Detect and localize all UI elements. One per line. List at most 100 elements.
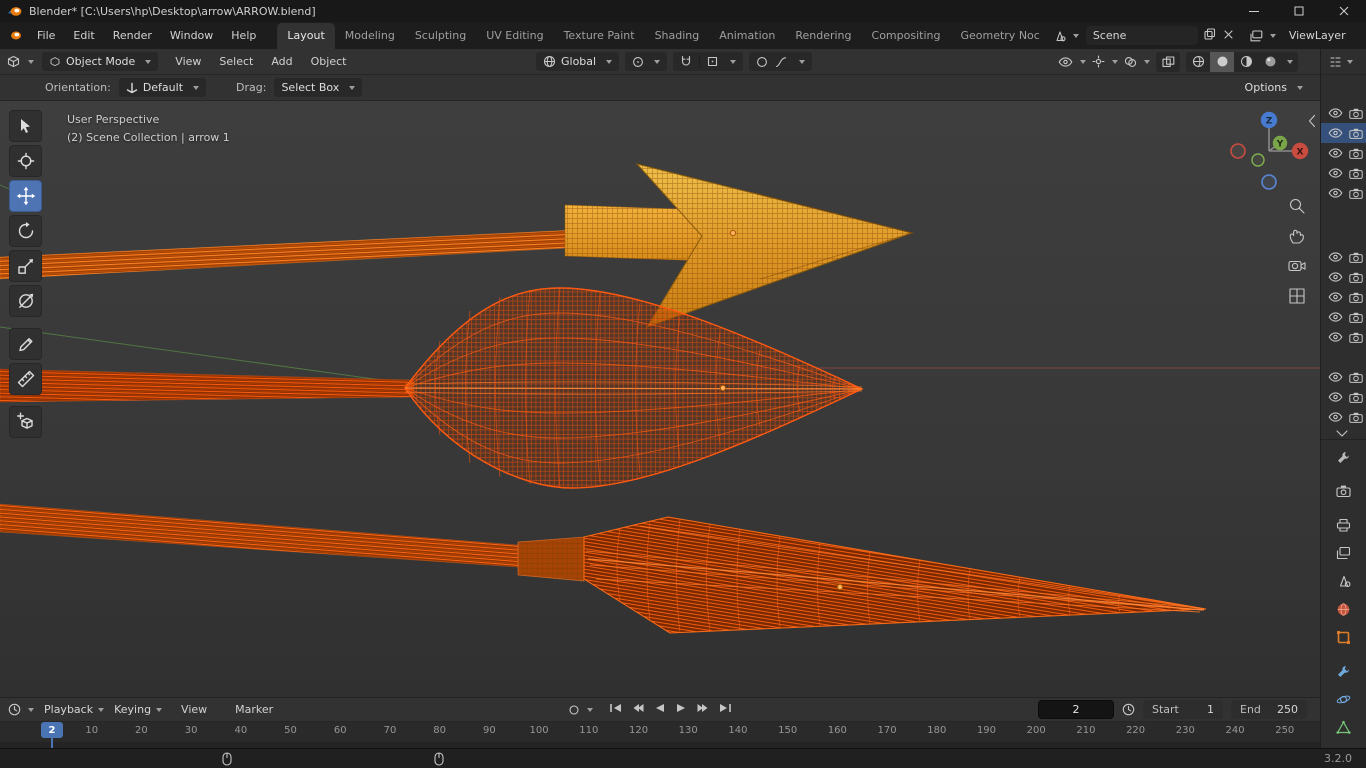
jump-to-start-button[interactable] [609,703,622,716]
disable-in-renders-camera-icon[interactable] [1349,148,1363,159]
hide-in-viewport-eye-icon[interactable] [1328,252,1343,262]
disable-in-renders-camera-icon[interactable] [1349,272,1363,283]
keying-dropdown[interactable]: Keying [114,703,163,716]
workspace-tab[interactable]: Compositing [862,23,951,49]
hide-in-viewport-eye-icon[interactable] [1328,372,1343,382]
outliner-row[interactable] [1321,183,1366,203]
outliner-row[interactable] [1321,143,1366,163]
outliner-row[interactable] [1321,267,1366,287]
axis-ball-neg-x[interactable] [1230,143,1246,159]
orientation-default-dropdown[interactable]: Default [118,78,207,97]
timeline-view-menu[interactable]: View [172,701,216,718]
jump-to-end-button[interactable] [719,703,732,716]
disable-in-renders-camera-icon[interactable] [1349,188,1363,199]
viewport-menu-item[interactable]: View [166,53,210,70]
properties-tab-tool[interactable] [1336,450,1351,468]
title-bar[interactable]: Blender* [C:\Users\hp\Desktop\arrow\ARRO… [0,0,1366,22]
outliner-row[interactable] [1321,367,1366,387]
disable-in-renders-camera-icon[interactable] [1349,312,1363,323]
disable-in-renders-camera-icon[interactable] [1349,332,1363,343]
disable-in-renders-camera-icon[interactable] [1349,412,1363,423]
options-dropdown[interactable]: Options [1238,78,1310,97]
viewport-zoom-button[interactable] [1288,197,1306,218]
workspace-tab[interactable]: Rendering [785,23,861,49]
clock-icon[interactable] [1122,703,1135,716]
shading-solid-button[interactable] [1210,51,1234,72]
pivot-point-dropdown[interactable] [625,52,668,71]
prev-keyframe-button[interactable] [631,703,644,716]
outliner-row[interactable] [1321,287,1366,307]
hide-in-viewport-eye-icon[interactable] [1328,412,1343,422]
viewport-camera-button[interactable] [1288,257,1306,276]
properties-tab-output[interactable] [1336,518,1351,535]
timeline-editor-type-button[interactable] [8,703,34,716]
disable-in-renders-camera-icon[interactable] [1349,108,1363,119]
properties-tab-render[interactable] [1336,484,1351,501]
proportional-editing-group[interactable] [749,52,813,71]
outliner-row[interactable] [1321,103,1366,123]
overlays-dropdown[interactable] [1124,56,1150,68]
workspace-tab[interactable]: UV Editing [476,23,553,49]
gizmos-dropdown[interactable] [1092,55,1118,68]
workspace-tab[interactable]: Geometry Noc [950,23,1049,49]
unlink-scene-button[interactable] [1222,27,1235,44]
shading-wireframe-button[interactable] [1186,52,1210,72]
object-visibility-dropdown[interactable] [1058,56,1086,67]
disable-in-renders-camera-icon[interactable] [1349,128,1363,139]
outliner-row[interactable] [1321,327,1366,347]
outliner-header[interactable] [1321,49,1366,75]
viewport-menu-item[interactable]: Object [302,53,356,70]
xray-toggle[interactable] [1156,51,1180,72]
shading-material-button[interactable] [1234,52,1258,72]
minimize-button[interactable] [1231,0,1276,22]
hide-in-viewport-eye-icon[interactable] [1328,292,1343,302]
axis-ball-neg-y[interactable] [1251,153,1265,167]
viewport-ortho-button[interactable] [1288,287,1306,308]
workspace-tab[interactable]: Layout [277,23,335,49]
menu-item[interactable]: Edit [64,27,103,44]
timeline-marker-menu[interactable]: Marker [226,701,282,718]
hide-in-viewport-eye-icon[interactable] [1328,128,1343,138]
disable-in-renders-camera-icon[interactable] [1349,292,1363,303]
workspace-tab[interactable]: Sculpting [405,23,476,49]
shading-rendered-button[interactable] [1258,52,1282,72]
scene-name-field[interactable]: Scene [1085,26,1198,45]
hide-in-viewport-eye-icon[interactable] [1328,108,1343,118]
properties-tab-scene[interactable] [1336,574,1351,591]
current-frame-field[interactable]: 2 [1038,700,1114,719]
transform-orientation-dropdown[interactable]: Global [536,52,620,71]
workspace-tab[interactable]: Modeling [335,23,405,49]
tool-transform[interactable] [9,285,42,317]
scene-browse-button[interactable] [1050,30,1082,42]
workspace-tab[interactable]: Texture Paint [554,23,645,49]
hide-in-viewport-eye-icon[interactable] [1328,332,1343,342]
sidebar-collapse-arrow[interactable] [1308,114,1316,131]
timeline-ruler[interactable]: 10 20 30 40 50 60 70 80 90 100 110 120 130 140 150 160 1… [0,722,1320,742]
properties-tab-object[interactable] [1336,630,1351,648]
editor-type-button[interactable] [6,55,34,69]
outliner-row[interactable] [1321,123,1366,143]
snapping-group[interactable] [673,52,744,71]
hide-in-viewport-eye-icon[interactable] [1328,168,1343,178]
viewport-menu-item[interactable]: Select [210,53,262,70]
frame-start-field[interactable]: Start 1 [1143,700,1223,719]
tool-add-cube[interactable] [9,406,42,438]
outliner-row[interactable] [1321,407,1366,427]
outliner-row[interactable] [1321,247,1366,267]
workspace-tab[interactable]: Shading [645,23,710,49]
hide-in-viewport-eye-icon[interactable] [1328,148,1343,158]
disable-in-renders-camera-icon[interactable] [1349,372,1363,383]
play-reverse-button[interactable] [653,703,666,716]
hide-in-viewport-eye-icon[interactable] [1328,312,1343,322]
workspace-tab[interactable]: Animation [709,23,785,49]
tool-annotate[interactable] [9,328,42,360]
viewport-canvas[interactable] [0,101,1320,697]
outliner-row[interactable] [1321,307,1366,327]
tool-select-box[interactable] [9,110,42,142]
disable-in-renders-camera-icon[interactable] [1349,392,1363,403]
mode-dropdown[interactable]: Object Mode [42,52,159,71]
playback-dropdown[interactable]: Playback [44,703,105,716]
play-button[interactable] [675,703,688,716]
tool-rotate[interactable] [9,215,42,247]
viewport-pan-button[interactable] [1288,227,1306,248]
